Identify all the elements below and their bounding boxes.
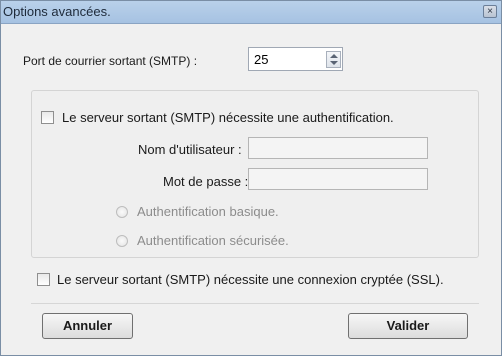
advanced-options-dialog: Options avancées. × Port de courrier sor…: [0, 0, 502, 356]
auth-secure-label: Authentification sécurisée.: [137, 233, 289, 248]
port-spinner[interactable]: [326, 51, 341, 68]
username-field[interactable]: [248, 137, 428, 159]
spin-up-icon[interactable]: [330, 54, 338, 58]
title-bar[interactable]: Options avancées. ×: [1, 1, 501, 24]
auth-secure-radio[interactable]: [116, 235, 128, 247]
username-label: Nom d'utilisateur :: [138, 142, 242, 157]
ssl-checkbox[interactable]: [37, 273, 50, 286]
auth-checkbox[interactable]: [41, 111, 54, 124]
smtp-port-label: Port de courrier sortant (SMTP) :: [23, 54, 198, 68]
auth-checkbox-label: Le serveur sortant (SMTP) nécessite une …: [62, 110, 394, 125]
password-field[interactable]: [248, 168, 428, 190]
auth-basic-label: Authentification basique.: [137, 204, 279, 219]
close-icon[interactable]: ×: [483, 5, 497, 18]
cancel-button[interactable]: Annuler: [42, 313, 133, 339]
ssl-checkbox-label: Le serveur sortant (SMTP) nécessite une …: [57, 272, 444, 287]
spin-down-icon[interactable]: [330, 61, 338, 65]
dialog-title: Options avancées.: [3, 4, 111, 19]
auth-basic-radio[interactable]: [116, 206, 128, 218]
password-label: Mot de passe :: [163, 174, 249, 189]
ok-button[interactable]: Valider: [348, 313, 468, 339]
